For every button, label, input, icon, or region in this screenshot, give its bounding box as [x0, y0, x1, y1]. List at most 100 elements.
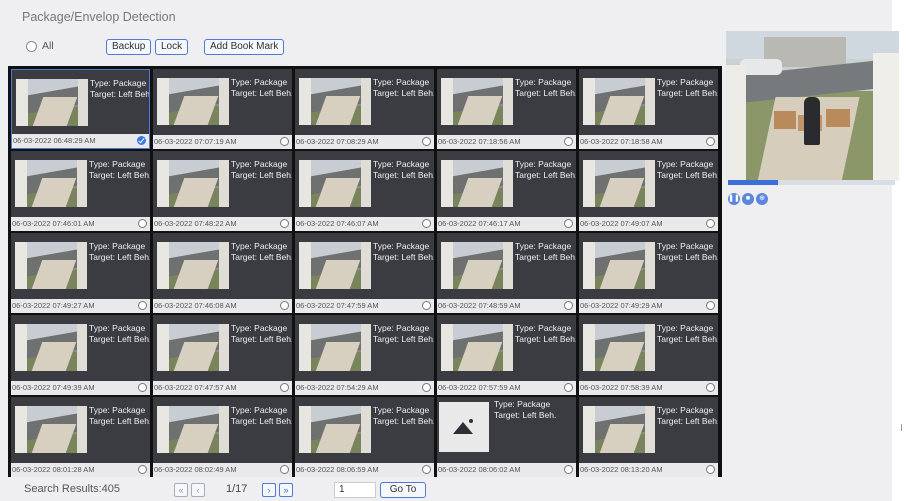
- event-target-label: Target: Left Beh.: [373, 334, 434, 344]
- result-item[interactable]: Type: Package Target: Left Beh. 06-03-2022…: [295, 315, 434, 395]
- select-checkbox[interactable]: [422, 137, 431, 146]
- select-checkbox[interactable]: [706, 383, 715, 392]
- timestamp-bar: 06-03-2022 07:47:57 AM: [153, 381, 292, 395]
- pause-icon[interactable]: ❚❚: [728, 193, 740, 205]
- first-page-button[interactable]: «: [174, 483, 188, 497]
- result-item[interactable]: Type: Package Target: Left Beh. 06-03-2022…: [579, 315, 718, 395]
- select-checkbox[interactable]: [564, 383, 573, 392]
- timestamp-label: 06-03-2022 07:46:17 AM: [438, 219, 521, 228]
- select-checkbox[interactable]: [564, 219, 573, 228]
- timestamp-bar: 06-03-2022 07:18:56 AM: [437, 135, 576, 149]
- timestamp-label: 06-03-2022 07:47:59 AM: [296, 301, 379, 310]
- select-checkbox[interactable]: [422, 465, 431, 474]
- event-type-label: Type: Package: [657, 77, 714, 87]
- page-title: Package/Envelop Detection: [22, 10, 176, 24]
- select-checkbox[interactable]: [280, 219, 289, 228]
- playback-progress-bar[interactable]: [728, 180, 895, 185]
- select-checkbox[interactable]: [280, 465, 289, 474]
- prev-page-button[interactable]: ‹: [191, 483, 205, 497]
- zoom-icon[interactable]: ⊕: [756, 193, 768, 205]
- select-all-radio[interactable]: [26, 41, 37, 52]
- select-checkbox[interactable]: [564, 465, 573, 474]
- select-checkbox[interactable]: [138, 301, 147, 310]
- page-indicator: 1/17: [226, 483, 248, 495]
- result-item[interactable]: Type: Package Target: Left Beh. 06-03-2022…: [11, 315, 150, 395]
- event-type-label: Type: Package: [231, 323, 288, 333]
- thumbnail-image: [157, 78, 229, 125]
- event-target-label: Target: Left Beh.: [515, 334, 576, 344]
- event-target-label: Target: Left Beh.: [89, 252, 150, 262]
- result-item[interactable]: Type: Package Target: Left Beh. 06-03-2022…: [295, 69, 434, 149]
- timestamp-bar: 06-03-2022 07:58:39 AM: [579, 381, 718, 395]
- select-checkbox[interactable]: [138, 465, 147, 474]
- add-bookmark-button[interactable]: Add Book Mark: [204, 39, 285, 55]
- event-target-label: Target: Left Beh.: [231, 334, 292, 344]
- result-item[interactable]: Type: Package Target: Left Beh. 06-03-2022…: [11, 233, 150, 313]
- result-item[interactable]: Type: Package Target: Left Beh. 06-03-2022…: [153, 69, 292, 149]
- result-item[interactable]: Type: Package Target: Left Beh. 06-03-2022…: [437, 397, 576, 477]
- goto-button[interactable]: Go To: [380, 482, 426, 498]
- event-target-label: Target: Left Beh.: [231, 170, 292, 180]
- result-item[interactable]: Type: Package Target: Left Beh. 06-03-2022…: [153, 233, 292, 313]
- select-checkbox[interactable]: [280, 301, 289, 310]
- event-target-label: Target: Left Beh.: [657, 170, 718, 180]
- results-grid: Type: Package Target: Left Beh. 06-03-2022…: [8, 66, 722, 477]
- select-checkbox[interactable]: [422, 219, 431, 228]
- result-item[interactable]: Type: Package Target: Left Beh. 06-03-2022…: [579, 69, 718, 149]
- goto-page-input[interactable]: 1: [334, 482, 376, 498]
- select-checkbox[interactable]: [138, 219, 147, 228]
- result-item[interactable]: Type: Package Target: Left Beh. 06-03-2022…: [579, 151, 718, 231]
- result-item[interactable]: Type: Package Target: Left Beh. 06-03-2022…: [295, 397, 434, 477]
- timestamp-bar: 06-03-2022 07:48:59 AM: [437, 299, 576, 313]
- select-checkbox[interactable]: [706, 219, 715, 228]
- thumbnail-image: [157, 160, 229, 207]
- backup-button[interactable]: Backup: [106, 39, 152, 55]
- stop-icon[interactable]: ■: [742, 193, 754, 205]
- timestamp-label: 06-03-2022 07:49:39 AM: [12, 383, 95, 392]
- event-target-label: Target: Left Beh.: [89, 334, 150, 344]
- select-checkbox[interactable]: [422, 383, 431, 392]
- event-info: Type: Package Target: Left Beh.: [373, 405, 434, 427]
- event-target-label: Target: Left Beh.: [373, 88, 434, 98]
- event-type-label: Type: Package: [89, 159, 146, 169]
- result-item[interactable]: Type: Package Target: Left Beh. 06-03-2022…: [437, 69, 576, 149]
- result-item[interactable]: Type: Package Target: Left Beh. 06-03-2022…: [579, 397, 718, 477]
- last-page-button[interactable]: »: [279, 483, 293, 497]
- thumbnail-image: [441, 242, 513, 289]
- select-checkbox[interactable]: [564, 301, 573, 310]
- result-item[interactable]: Type: Package Target: Left Beh. 06-03-2022…: [11, 69, 150, 149]
- timestamp-bar: 06-03-2022 07:49:29 AM: [579, 299, 718, 313]
- result-item[interactable]: Type: Package Target: Left Beh. 06-03-2022…: [153, 315, 292, 395]
- result-item[interactable]: Type: Package Target: Left Beh. 06-03-2022…: [295, 151, 434, 231]
- select-checkbox[interactable]: [706, 465, 715, 474]
- result-item[interactable]: Type: Package Target: Left Beh. 06-03-2022…: [153, 151, 292, 231]
- lock-button[interactable]: Lock: [155, 39, 189, 55]
- timestamp-bar: 06-03-2022 07:08:29 AM: [295, 135, 434, 149]
- select-checkbox[interactable]: [280, 137, 289, 146]
- timestamp-bar: 06-03-2022 07:46:08 AM: [153, 299, 292, 313]
- select-checkbox[interactable]: [706, 301, 715, 310]
- result-item[interactable]: Type: Package Target: Left Beh. 06-03-2022…: [11, 151, 150, 231]
- result-item[interactable]: Type: Package Target: Left Beh. 06-03-2022…: [437, 233, 576, 313]
- timestamp-label: 06-03-2022 07:57:59 AM: [438, 383, 521, 392]
- select-checkbox[interactable]: [138, 383, 147, 392]
- select-checkbox[interactable]: [564, 137, 573, 146]
- footer: Search Results:405 « ‹ 1/17 › » 1 Go To: [0, 480, 892, 501]
- select-checkbox[interactable]: [280, 383, 289, 392]
- result-item[interactable]: Type: Package Target: Left Beh. 06-03-2022…: [11, 397, 150, 477]
- result-item[interactable]: Type: Package Target: Left Beh. 06-03-2022…: [295, 233, 434, 313]
- video-preview[interactable]: [726, 31, 899, 181]
- next-page-button[interactable]: ›: [262, 483, 276, 497]
- result-item[interactable]: Type: Package Target: Left Beh. 06-03-2022…: [437, 151, 576, 231]
- timestamp-bar: 06-03-2022 07:48:22 AM: [153, 217, 292, 231]
- timestamp-bar: 06-03-2022 07:49:07 AM: [579, 217, 718, 231]
- app-window: Package/Envelop Detection All Backup Loc…: [0, 0, 899, 501]
- timestamp-label: 06-03-2022 06:48:29 AM: [13, 136, 96, 145]
- select-checkbox[interactable]: [422, 301, 431, 310]
- select-checkbox[interactable]: [706, 137, 715, 146]
- timestamp-label: 06-03-2022 07:49:07 AM: [580, 219, 663, 228]
- result-item[interactable]: Type: Package Target: Left Beh. 06-03-2022…: [153, 397, 292, 477]
- result-item[interactable]: Type: Package Target: Left Beh. 06-03-2022…: [437, 315, 576, 395]
- result-item[interactable]: Type: Package Target: Left Beh. 06-03-2022…: [579, 233, 718, 313]
- checked-select-icon[interactable]: [137, 136, 146, 145]
